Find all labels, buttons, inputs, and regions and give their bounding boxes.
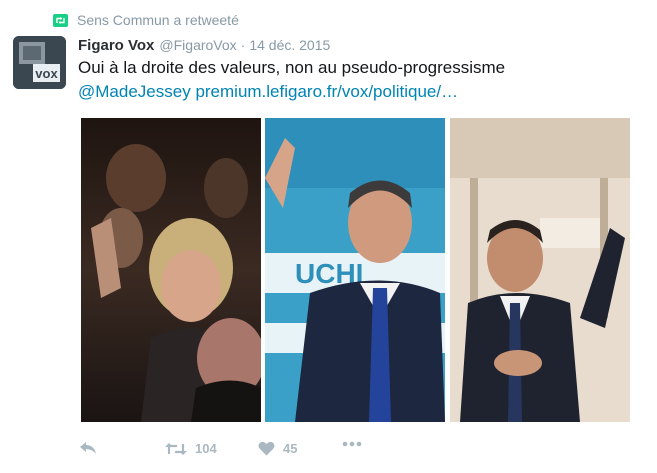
more-button[interactable] [342, 441, 362, 447]
tweet-text: Oui à la droite des valeurs, non au pseu… [78, 58, 506, 77]
author-name[interactable]: Figaro Vox [78, 37, 154, 54]
retweet-button[interactable]: 104 [165, 441, 217, 456]
photo-3[interactable] [450, 118, 630, 422]
retweet-icon [165, 442, 187, 455]
photo-2[interactable]: UCHI [265, 118, 445, 422]
tweet-header: Figaro Vox @FigaroVox · 14 déc. 2015 [78, 37, 330, 54]
reply-button[interactable] [78, 441, 97, 455]
timestamp[interactable]: 14 déc. 2015 [249, 37, 330, 53]
url-link[interactable]: premium.lefigaro.fr/vox/politique/… [195, 82, 458, 101]
more-icon [342, 441, 362, 447]
mention-link[interactable]: @MadeJessey [78, 82, 191, 101]
photo-1[interactable] [81, 118, 261, 422]
like-count: 45 [283, 441, 298, 456]
retweet-count: 104 [195, 441, 217, 456]
avatar[interactable]: vox [13, 36, 66, 89]
retweet-context-text[interactable]: Sens Commun a retweeté [77, 12, 239, 28]
tweet-links: @MadeJessey premium.lefigaro.fr/vox/poli… [78, 81, 458, 103]
retweet-icon [53, 13, 68, 27]
author-handle[interactable]: @FigaroVox [159, 37, 236, 53]
retweet-context: Sens Commun a retweeté [53, 11, 239, 29]
separator: · [240, 37, 246, 53]
avatar-text: vox [35, 66, 58, 81]
heart-icon [258, 441, 275, 456]
like-button[interactable]: 45 [258, 441, 297, 456]
reply-icon [80, 442, 96, 454]
